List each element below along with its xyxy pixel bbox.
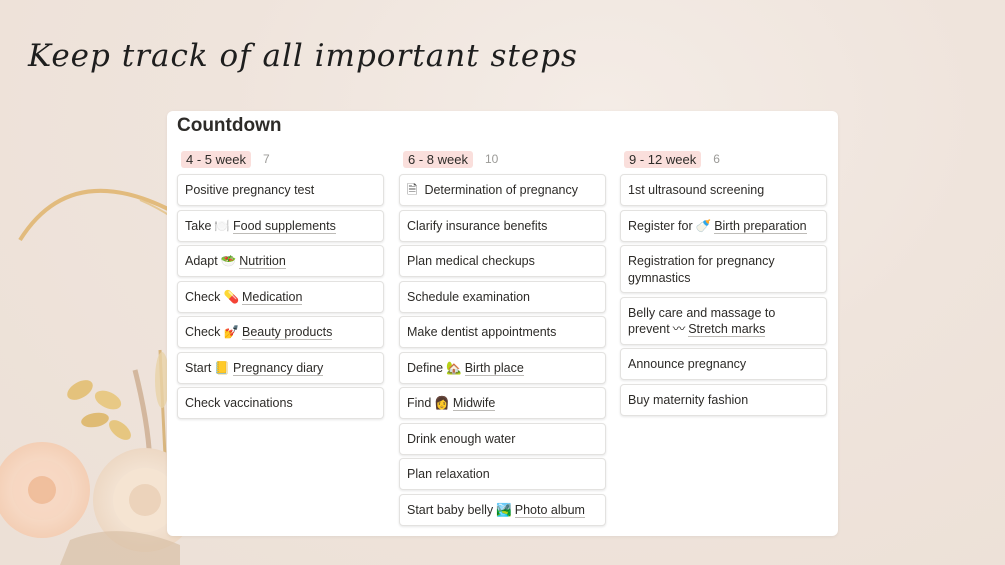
task-card[interactable]: Start 📒 Pregnancy diary xyxy=(177,351,384,384)
plate-cutlery-icon: 🍽️ xyxy=(214,218,230,233)
document-icon: 🗎 xyxy=(407,182,418,197)
task-card-text: Clarify insurance benefits xyxy=(407,218,548,233)
column-count: 10 xyxy=(484,152,499,166)
board-column-6-8-week: 6 - 8 week 10 🗎 Determination of pregnancy C… xyxy=(399,149,606,529)
board-title: Countdown xyxy=(177,115,282,136)
baby-bottle-icon: 🍼 xyxy=(695,218,712,233)
task-card-text: Check xyxy=(185,289,221,304)
salad-icon: 🥗 xyxy=(220,254,237,268)
task-card[interactable]: Announce pregnancy xyxy=(620,348,827,380)
task-card-text: Check vaccinations xyxy=(185,396,293,410)
kanban-board: Countdown 4 - 5 week 7 Positive pregnancy … xyxy=(167,111,838,536)
board-column-9-12-week: 9 - 12 week 6 1st ultrasound screening Regi… xyxy=(620,149,827,419)
task-card-text: Check xyxy=(185,325,221,339)
nail-polish-icon: 💅 xyxy=(223,325,240,339)
house-icon: 🏡 xyxy=(446,360,462,375)
linked-page[interactable]: Medication xyxy=(242,289,303,305)
task-card[interactable]: 🗎 Determination of pregnancy xyxy=(399,174,606,206)
linked-page[interactable]: Pregnancy diary xyxy=(232,360,324,376)
linked-page[interactable]: Stretch marks xyxy=(688,322,766,337)
task-card-text: Plan medical checkups xyxy=(407,254,535,268)
column-count: 7 xyxy=(262,152,270,166)
task-card[interactable]: Check vaccinations xyxy=(177,387,384,419)
linked-page[interactable]: Midwife xyxy=(452,396,496,411)
column-header[interactable]: 6 - 8 week 10 xyxy=(399,149,606,169)
task-card[interactable]: Define 🏡 Birth place xyxy=(399,351,606,384)
board-column-4-5-week: 4 - 5 week 7 Positive pregnancy test Take 🍽️… xyxy=(177,149,384,423)
linked-page[interactable]: Nutrition xyxy=(239,254,286,269)
task-card-text: Drink enough water xyxy=(407,431,516,446)
photo-album-icon: 🏞️ xyxy=(496,502,512,517)
task-card-text: Register for xyxy=(628,218,693,233)
task-card-text: Define xyxy=(407,360,444,375)
linked-page[interactable]: Photo album xyxy=(514,502,585,518)
task-card[interactable]: Plan relaxation xyxy=(399,458,606,490)
task-card[interactable]: Check 💊 Medication xyxy=(177,280,384,313)
task-card-text: Positive pregnancy test xyxy=(185,183,315,197)
task-card[interactable]: Drink enough water xyxy=(399,422,606,455)
task-card[interactable]: Clarify insurance benefits xyxy=(399,209,606,242)
column-header[interactable]: 9 - 12 week 6 xyxy=(620,149,827,169)
task-card-text: Registration for pregnancy gymnastics xyxy=(628,254,775,285)
task-card[interactable]: Take 🍽️ Food supplements xyxy=(177,209,384,242)
notepad-icon: 📒 xyxy=(214,360,230,375)
task-card[interactable]: Plan medical checkups xyxy=(399,245,606,277)
task-card-text: 1st ultrasound screening xyxy=(628,183,765,197)
task-card[interactable]: Make dentist appointments xyxy=(399,316,606,348)
task-card-text: Take xyxy=(185,218,212,233)
column-label-tag: 4 - 5 week xyxy=(181,150,251,168)
column-label-tag: 6 - 8 week xyxy=(403,150,473,168)
task-card[interactable]: Buy maternity fashion xyxy=(620,383,827,416)
task-card-text: Find xyxy=(407,396,432,410)
task-card[interactable]: 1st ultrasound screening xyxy=(620,174,827,206)
task-card[interactable]: Register for 🍼 Birth preparation xyxy=(620,209,827,242)
task-card-text: Adapt xyxy=(185,254,218,268)
task-card-text: Start xyxy=(185,360,212,375)
task-card-text: Plan relaxation xyxy=(407,467,490,481)
task-card-text: Determination of pregnancy xyxy=(424,183,579,197)
task-card-text: Start baby belly xyxy=(407,502,494,517)
wave-icon: 〰 xyxy=(672,322,686,336)
task-card-text: Buy maternity fashion xyxy=(628,392,749,407)
task-card-text: Make dentist appointments xyxy=(407,325,557,339)
task-card[interactable]: Check 💅 Beauty products xyxy=(177,316,384,348)
column-header[interactable]: 4 - 5 week 7 xyxy=(177,149,384,169)
column-count: 6 xyxy=(713,152,720,166)
task-card[interactable]: Belly care and massage to prevent 〰 Stretc… xyxy=(620,296,827,345)
task-card[interactable]: Positive pregnancy test xyxy=(177,174,384,206)
column-label-tag: 9 - 12 week xyxy=(624,150,702,168)
woman-icon: 👩 xyxy=(434,396,450,410)
linked-page[interactable]: Food supplements xyxy=(232,218,336,234)
page-headline: Keep track of all important steps xyxy=(28,38,578,74)
task-card-text: Schedule examination xyxy=(407,289,530,304)
task-card-text: Announce pregnancy xyxy=(628,357,747,371)
task-card[interactable]: Registration for pregnancy gymnastics xyxy=(620,245,827,293)
task-card[interactable]: Schedule examination xyxy=(399,280,606,313)
task-card[interactable]: Adapt 🥗 Nutrition xyxy=(177,245,384,277)
linked-page[interactable]: Birth preparation xyxy=(714,218,807,234)
linked-page[interactable]: Birth place xyxy=(464,360,524,376)
linked-page[interactable]: Beauty products xyxy=(242,325,333,340)
task-card[interactable]: Find 👩 Midwife xyxy=(399,387,606,419)
pill-icon: 💊 xyxy=(223,289,240,304)
task-card[interactable]: Start baby belly 🏞️ Photo album xyxy=(399,493,606,526)
